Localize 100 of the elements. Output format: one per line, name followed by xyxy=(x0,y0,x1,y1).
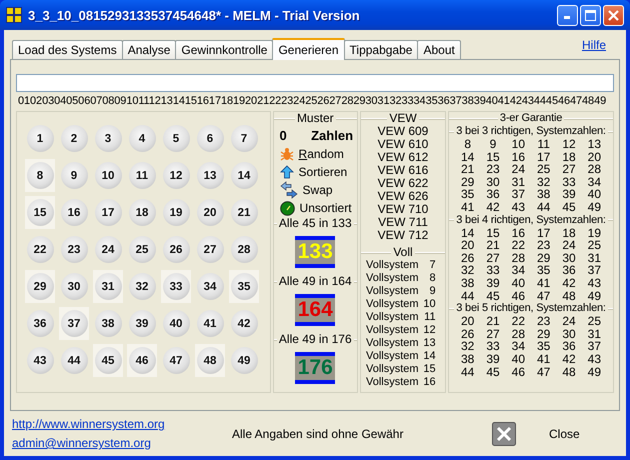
system-label: Vollsystem xyxy=(366,337,419,350)
help-link[interactable]: Hilfe xyxy=(582,38,606,52)
system-number: 14 xyxy=(461,226,474,240)
tab[interactable]: Tippabgabe xyxy=(344,40,418,59)
system-number: 21 xyxy=(486,315,500,328)
system-number: 47 xyxy=(536,366,550,378)
action-button[interactable]: Sortieren xyxy=(296,165,348,179)
system-label: Vollsystem xyxy=(366,285,419,298)
system-number: 20 xyxy=(461,315,474,328)
system-number: 49 xyxy=(588,290,601,302)
system-number: 16 xyxy=(512,226,526,240)
system-number: 49 xyxy=(588,366,601,378)
system-number: 47 xyxy=(536,290,550,302)
system-item[interactable]: VEW 710 xyxy=(378,203,428,216)
system-item[interactable]: VEW 622 xyxy=(378,177,428,190)
system-number: 37 xyxy=(512,188,526,201)
minimize-button[interactable] xyxy=(557,4,578,26)
system-number: 43 xyxy=(512,200,526,214)
action-button[interactable]: Unsortiert xyxy=(298,201,352,215)
action-button[interactable]: Random xyxy=(296,147,344,161)
system-number: 30 xyxy=(562,252,576,264)
system-number: 24 xyxy=(562,315,576,328)
system-number: 28 xyxy=(512,252,526,264)
system-label: Vollsystem xyxy=(366,376,419,389)
bug-icon xyxy=(280,147,294,161)
tab[interactable]: About xyxy=(417,40,461,59)
system-number: 25 xyxy=(536,163,550,176)
tab[interactable]: Gewinnkontrolle xyxy=(175,40,274,59)
system-item[interactable]: VEW 609 xyxy=(378,125,428,138)
system-number: 13 xyxy=(422,337,436,350)
count-value: 0 xyxy=(280,128,287,143)
system-number: 32 xyxy=(536,176,550,188)
system-number: 15 xyxy=(422,363,436,376)
system-number: 20 xyxy=(588,150,601,164)
system-number: 39 xyxy=(486,276,500,290)
close-button[interactable]: Close xyxy=(492,422,580,446)
disclaimer-text: Alle Angaben sind ohne Gewähr xyxy=(232,426,404,440)
system-item[interactable]: VEW 616 xyxy=(378,164,428,177)
system-number: 42 xyxy=(562,352,576,366)
system-number: 37 xyxy=(588,264,601,277)
system-number: 33 xyxy=(562,176,576,188)
system-number: 40 xyxy=(588,188,601,201)
system-number: 18 xyxy=(562,150,576,164)
maximize-button[interactable] xyxy=(580,4,601,26)
action-button[interactable]: Swap xyxy=(300,183,333,197)
system-number: 31 xyxy=(588,252,601,264)
system-number: 11 xyxy=(423,311,436,324)
section-title: 3 bei 5 richtigen, Systemzahlen: xyxy=(456,302,606,316)
system-number: 12 xyxy=(422,324,436,337)
system-number: 27 xyxy=(486,328,500,340)
system-number: 10 xyxy=(422,298,436,311)
system-number: 35 xyxy=(536,264,550,277)
system-number: 13 xyxy=(588,138,601,151)
system-item[interactable]: VEW 712 xyxy=(378,229,428,242)
system-number: 23 xyxy=(536,239,550,252)
system-number: 32 xyxy=(461,264,474,277)
system-number: 33 xyxy=(486,340,500,353)
system-number: 36 xyxy=(562,264,576,277)
system-number: 8 xyxy=(428,272,436,285)
system-number: 36 xyxy=(486,188,500,201)
system-number: 11 xyxy=(537,138,550,151)
system-number: 44 xyxy=(461,290,474,302)
system-label: Vollsystem xyxy=(366,272,419,285)
system-label: Alle 49 in 164 xyxy=(278,275,352,288)
system-number: 27 xyxy=(486,252,500,264)
close-button[interactable] xyxy=(603,4,624,26)
system-number: 7 xyxy=(428,259,436,272)
system-number: 18 xyxy=(562,226,576,240)
system-label: Vollsystem xyxy=(366,298,419,311)
system-number: 9 xyxy=(428,285,436,298)
system-item[interactable]: VEW 626 xyxy=(378,190,428,203)
system-number: 49 xyxy=(588,200,601,214)
system-number: 34 xyxy=(588,176,601,188)
swap-arrows-icon xyxy=(280,181,298,199)
system-item[interactable]: VEW 610 xyxy=(378,138,428,151)
system-number: 46 xyxy=(512,366,526,378)
system-number: 42 xyxy=(562,276,576,290)
system-label: Alle 45 in 133 xyxy=(278,217,352,230)
link[interactable]: http://www.winnersystem.org xyxy=(12,417,232,431)
maximize-icon xyxy=(585,10,596,20)
system-number: 39 xyxy=(486,352,500,366)
close-icon xyxy=(492,422,516,446)
input-field[interactable] xyxy=(16,74,614,92)
tab[interactable]: Analyse xyxy=(122,40,176,59)
system-number: 31 xyxy=(588,328,601,340)
system-item[interactable]: VEW 711 xyxy=(378,216,428,229)
system-number: 45 xyxy=(486,366,500,378)
tab[interactable]: Load des Systems xyxy=(12,40,123,59)
system-item[interactable]: VEW 612 xyxy=(378,151,428,164)
system-number: 41 xyxy=(536,352,550,366)
link[interactable]: admin@winnersystem.org xyxy=(12,436,232,450)
dial-icon xyxy=(280,200,295,216)
system-number: 25 xyxy=(588,239,601,252)
app-icon xyxy=(6,7,22,23)
system-number: 29 xyxy=(536,328,550,340)
system-number: 23 xyxy=(486,163,500,176)
system-number: 48 xyxy=(562,290,576,302)
system-number: 38 xyxy=(536,188,550,201)
section-title: 3 bei 3 richtigen, Systemzahlen: xyxy=(456,125,606,138)
tab[interactable]: Generieren xyxy=(272,38,345,60)
